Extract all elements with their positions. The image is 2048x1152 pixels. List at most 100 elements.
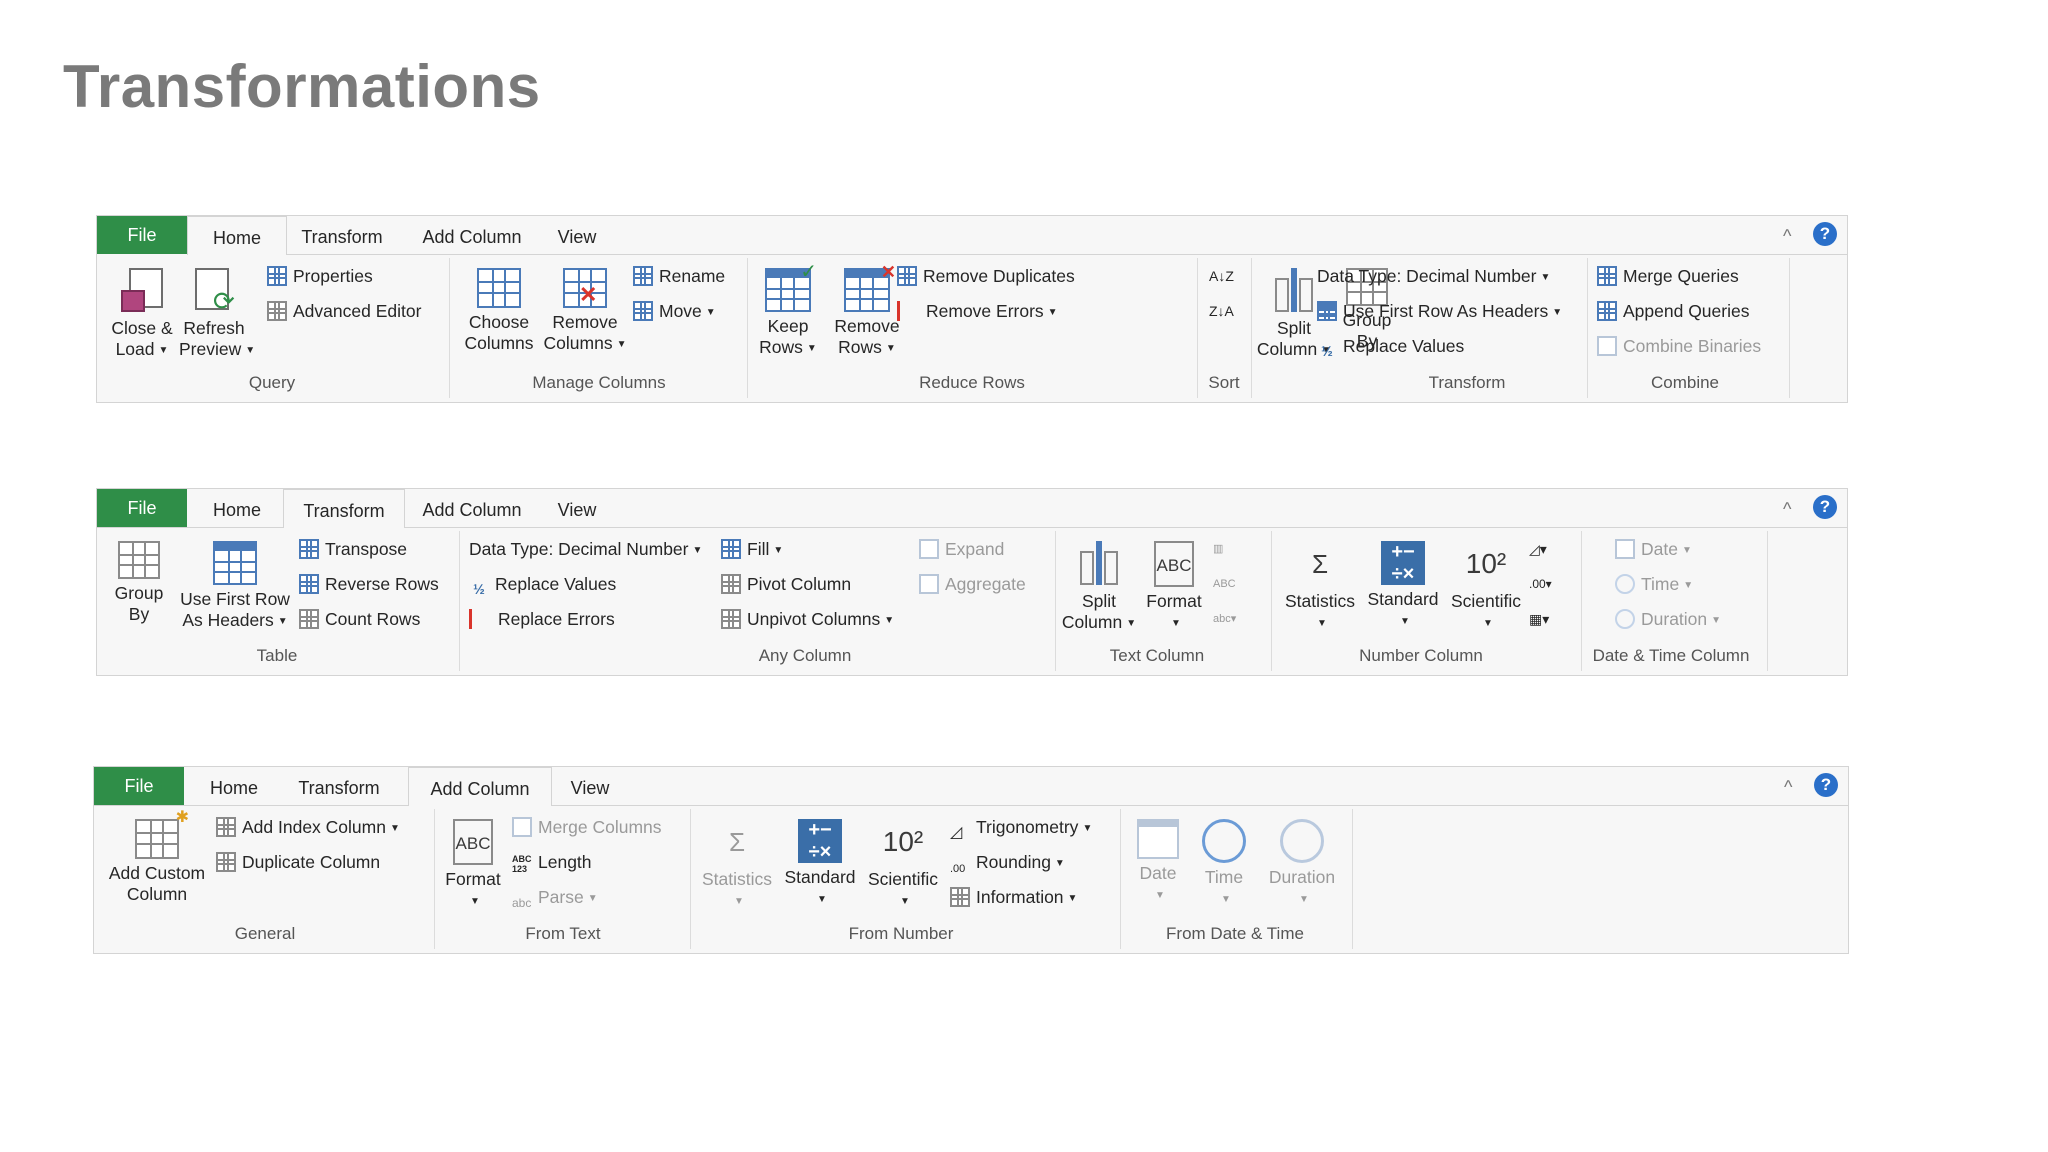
remove-columns-button[interactable]: ✕ Remove Columns ▼ [543, 268, 627, 355]
combine-binaries-button[interactable]: Combine Binaries [1597, 334, 1761, 358]
time-button[interactable]: Time ▼ [1615, 572, 1693, 596]
add-index-column-icon [216, 817, 236, 837]
pivot-column-button[interactable]: Pivot Column [721, 572, 851, 596]
add-index-column-button[interactable]: Add Index Column ▼ [216, 815, 400, 839]
use-first-row-button[interactable]: Use First Row As Headers ▼ [1317, 299, 1562, 323]
append-queries-button[interactable]: Append Queries [1597, 299, 1749, 323]
duration-button[interactable]: Duration ▼ [1615, 607, 1721, 631]
duration-button[interactable]: Duration ▼ [1258, 819, 1346, 910]
help-icon[interactable]: ? [1813, 222, 1837, 246]
statistics-button[interactable]: Σ Statistics ▼ [1277, 541, 1363, 634]
advanced-editor-button[interactable]: Advanced Editor [267, 299, 421, 323]
help-icon[interactable]: ? [1813, 495, 1837, 519]
add-column-ribbon: File Home Transform Add Column View ^ ? … [93, 766, 1849, 954]
tab-view[interactable]: View [547, 489, 607, 527]
date-button[interactable]: Date ▼ [1615, 537, 1692, 561]
tab-transform[interactable]: Transform [287, 216, 397, 254]
group-label-table: Table [256, 646, 298, 665]
sort-descending-button[interactable]: Z↓A [1209, 299, 1234, 323]
group-by-button[interactable]: Group By [107, 541, 171, 625]
collapse-ribbon-icon[interactable]: ^ [1783, 499, 1791, 520]
data-type-dropdown[interactable]: Data Type: Decimal Number ▼ [1317, 264, 1550, 288]
tab-file[interactable]: File [97, 489, 187, 527]
group-label-sort: Sort [1208, 373, 1240, 392]
reverse-rows-button[interactable]: Reverse Rows [299, 572, 439, 596]
parse-icon[interactable]: abc▾ [1213, 607, 1236, 631]
tab-add-column[interactable]: Add Column [407, 489, 537, 527]
trigonometry-button[interactable]: ◿ Trigonometry ▼ [950, 815, 1092, 841]
date-button[interactable]: Date ▼ [1126, 819, 1190, 906]
information-button[interactable]: Information ▼ [950, 885, 1077, 909]
merge-columns-button[interactable]: Merge Columns [512, 815, 662, 839]
tab-add-column[interactable]: Add Column [407, 216, 537, 254]
sort-ascending-button[interactable]: A↓Z [1209, 264, 1234, 288]
tab-view[interactable]: View [547, 216, 607, 254]
collapse-ribbon-icon[interactable]: ^ [1783, 226, 1791, 247]
statistics-button[interactable]: Σ Statistics ▼ [694, 819, 780, 912]
tab-home[interactable]: Home [187, 489, 287, 527]
transpose-button[interactable]: Transpose [299, 537, 407, 561]
time-button[interactable]: Time ▼ [1192, 819, 1256, 910]
replace-errors-button[interactable]: Replace Errors [469, 607, 615, 631]
length-icon[interactable]: ABC [1213, 572, 1236, 596]
move-icon [633, 301, 653, 321]
text-extract-icon[interactable]: ▥ [1213, 537, 1223, 561]
parse-button[interactable]: abc Parse ▼ [512, 885, 598, 910]
use-first-row-button[interactable]: Use First Row As Headers ▼ [175, 541, 295, 632]
tab-transform[interactable]: Transform [283, 489, 405, 528]
choose-columns-button[interactable]: Choose Columns [457, 268, 541, 354]
help-icon[interactable]: ? [1814, 773, 1838, 797]
split-column-button[interactable]: Split Column ▼ [1059, 541, 1139, 634]
choose-columns-icon [477, 268, 521, 308]
replace-values-button[interactable]: ½ Replace Values [1317, 334, 1464, 359]
scientific-button[interactable]: 10² Scientific ▼ [1443, 541, 1529, 634]
duplicate-column-button[interactable]: Duplicate Column [216, 850, 380, 874]
tab-underline [94, 805, 408, 806]
tab-add-column[interactable]: Add Column [408, 767, 552, 806]
rounding-button[interactable]: .00 Rounding ▼ [950, 850, 1065, 875]
standard-button[interactable]: +− ÷× Standard ▼ [778, 819, 862, 910]
group-label-from-number: From Number [848, 924, 954, 943]
rename-button[interactable]: Rename [633, 264, 725, 288]
keep-rows-button[interactable]: ✓ Keep Rows ▼ [751, 262, 825, 359]
tab-file[interactable]: File [97, 216, 187, 254]
tab-home[interactable]: Home [184, 767, 284, 805]
move-button[interactable]: Move ▼ [633, 299, 716, 323]
remove-errors-button[interactable]: Remove Errors ▼ [897, 299, 1058, 323]
information-icon[interactable]: ▦▾ [1529, 607, 1549, 631]
tab-transform[interactable]: Transform [284, 767, 394, 805]
remove-rows-button[interactable]: ✕ Remove Rows ▼ [827, 262, 907, 359]
properties-icon [267, 266, 287, 286]
unpivot-columns-button[interactable]: Unpivot Columns ▼ [721, 607, 894, 631]
standard-button[interactable]: +− ÷× Standard ▼ [1361, 541, 1445, 632]
rounding-icon[interactable]: .00▾ [1529, 572, 1552, 596]
format-button[interactable]: ABC Format ▼ [1141, 541, 1207, 634]
aggregate-button[interactable]: Aggregate [919, 572, 1026, 596]
tab-file[interactable]: File [94, 767, 184, 805]
count-rows-button[interactable]: Count Rows [299, 607, 420, 631]
close-load-button[interactable]: Close & Load ▼ [107, 268, 177, 361]
scientific-button[interactable]: 10² Scientific ▼ [860, 819, 946, 912]
properties-button[interactable]: Properties [267, 264, 373, 288]
add-custom-column-button[interactable]: ✱ Add Custom Column [102, 809, 212, 905]
refresh-preview-button[interactable]: ⟳ Refresh Preview ▼ [179, 268, 255, 361]
collapse-ribbon-icon[interactable]: ^ [1784, 777, 1792, 798]
expand-button[interactable]: Expand [919, 537, 1004, 561]
choose-columns-label-1: Choose [468, 312, 530, 332]
scientific-label: Scientific [867, 869, 939, 889]
length-button[interactable]: ABC 123 Length [512, 850, 592, 874]
remove-duplicates-button[interactable]: Remove Duplicates [897, 264, 1075, 288]
tab-home[interactable]: Home [187, 216, 287, 255]
replace-values-button[interactable]: ½ Replace Values [469, 572, 616, 597]
trigonometry-icon[interactable]: ◿▾ [1529, 537, 1547, 561]
sort-descending-icon: Z↓A [1209, 303, 1234, 319]
clock-icon [1202, 819, 1246, 863]
data-type-dropdown[interactable]: Data Type: Decimal Number ▼ [469, 537, 702, 561]
merge-queries-button[interactable]: Merge Queries [1597, 264, 1739, 288]
format-button[interactable]: ABC Format ▼ [440, 819, 506, 912]
scientific-label: Scientific [1450, 591, 1522, 611]
transform-ribbon: File Home Transform Add Column View ^ ? … [96, 488, 1848, 676]
unpivot-columns-icon [721, 609, 741, 629]
fill-button[interactable]: Fill ▼ [721, 537, 783, 561]
tab-view[interactable]: View [560, 767, 620, 805]
